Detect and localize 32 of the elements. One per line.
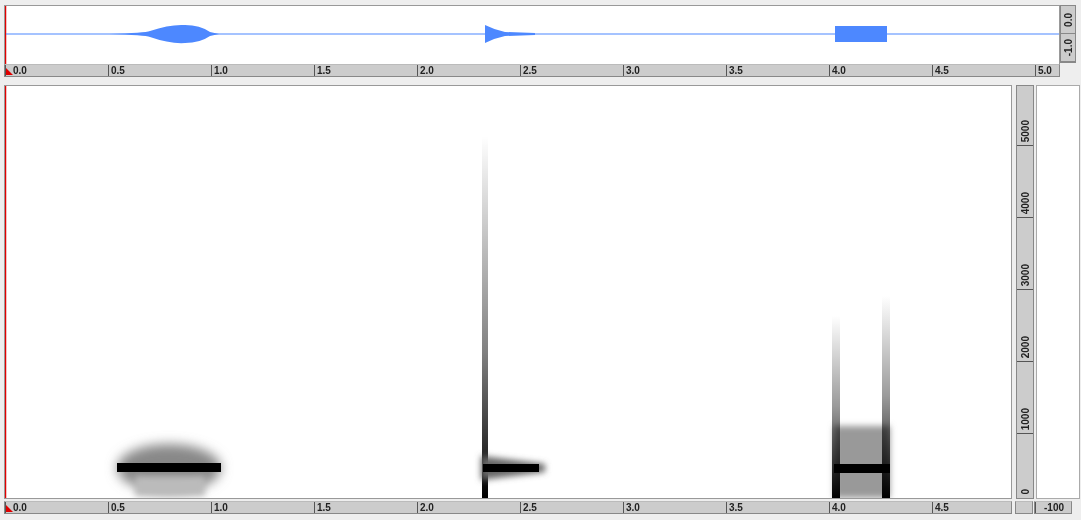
cursor-marker-icon[interactable] (6, 505, 13, 512)
time-tick-label: 1.5 (317, 502, 331, 513)
amplitude-tick-label: -1.0 (1062, 38, 1074, 57)
time-tick-label: 3.5 (729, 65, 743, 76)
time-tick-label: 0.0 (13, 65, 27, 76)
frequency-tick-label: 5000 (1019, 119, 1031, 142)
frequency-tick-label: 0 (1019, 489, 1031, 495)
time-tick-label: 0.5 (111, 65, 125, 76)
time-tick-label: 4.0 (832, 65, 846, 76)
time-tick-label: 2.5 (523, 502, 537, 513)
level-tick-label: -100 (1044, 502, 1064, 513)
frequency-tick-label: 4000 (1019, 191, 1031, 214)
time-tick-label: 2.0 (420, 65, 434, 76)
time-tick-label: 4.5 (935, 65, 949, 76)
time-tick-label: 3.0 (626, 65, 640, 76)
time-tick-label: 2.0 (420, 502, 434, 513)
amplitude-tick-label: 0.0 (1062, 12, 1074, 27)
cursor-marker-icon[interactable] (6, 68, 13, 75)
time-tick-label: 1.0 (214, 65, 228, 76)
time-tick-label: 2.5 (523, 65, 537, 76)
time-tick-label: 3.5 (729, 502, 743, 513)
time-tick-label: 1.0 (214, 502, 228, 513)
time-tick-label: 5.0 (1038, 65, 1052, 76)
time-tick-label: 4.5 (935, 502, 949, 513)
frequency-tick-label: 1000 (1019, 407, 1031, 430)
time-tick-label: 0.0 (13, 502, 27, 513)
time-tick-label: 4.0 (832, 502, 846, 513)
time-tick-label: 0.5 (111, 502, 125, 513)
frequency-tick-label: 3000 (1019, 263, 1031, 286)
time-tick-label: 3.0 (626, 502, 640, 513)
frequency-tick-label: 2000 (1019, 335, 1031, 358)
time-tick-label: 1.5 (317, 65, 331, 76)
